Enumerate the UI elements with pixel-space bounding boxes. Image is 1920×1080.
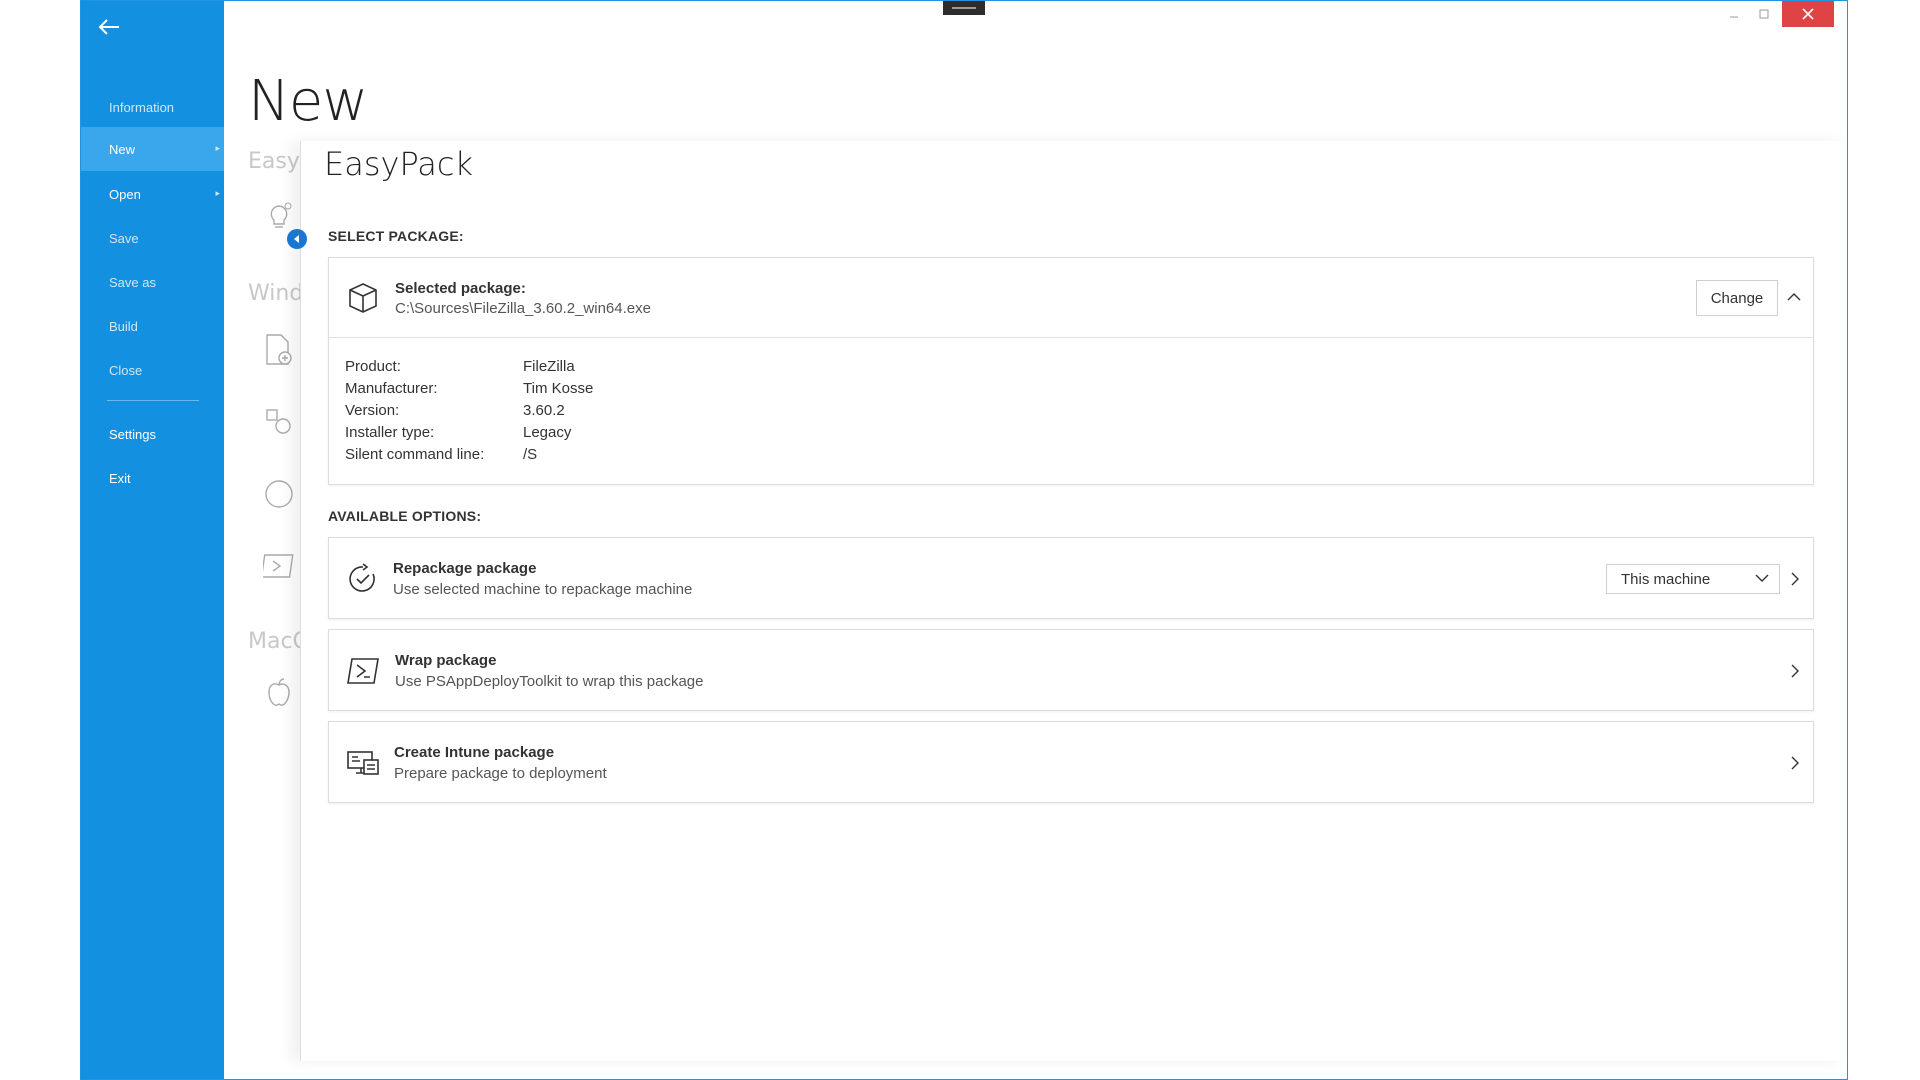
menu-divider xyxy=(107,400,199,401)
selected-package-card: Selected package: C:\Sources\FileZilla_3… xyxy=(328,257,1814,485)
sidebar-item-open[interactable]: Open ▸ xyxy=(81,172,224,216)
shapes-icon[interactable] xyxy=(262,405,296,439)
option-title: Create Intune package xyxy=(394,744,555,761)
intune-option-card[interactable]: Create Intune package Prepare package to… xyxy=(328,721,1814,803)
panel-title: EasyPack xyxy=(324,145,474,183)
sidebar-item-settings[interactable]: Settings xyxy=(81,412,224,456)
sidebar-item-label: Build xyxy=(109,318,138,334)
chevron-down-icon xyxy=(1755,574,1769,582)
detail-value: Legacy xyxy=(523,424,572,441)
sidebar-item-save[interactable]: Save xyxy=(81,216,224,260)
select-package-heading: SELECT PACKAGE: xyxy=(328,228,464,244)
repackage-icon xyxy=(345,561,381,597)
terminal-icon[interactable] xyxy=(262,549,296,583)
sidebar-item-label: Settings xyxy=(109,426,156,442)
chevron-right-icon: ▸ xyxy=(215,188,220,198)
back-button[interactable] xyxy=(95,13,123,41)
detail-value: 3.60.2 xyxy=(523,402,565,419)
sidebar-item-label: Close xyxy=(109,362,143,378)
detail-value: /S xyxy=(523,446,538,463)
sidebar-item-save-as[interactable]: Save as xyxy=(81,260,224,304)
selected-package-header: Selected package: C:\Sources\FileZilla_3… xyxy=(329,258,1813,338)
detail-label: Silent command line: xyxy=(345,446,485,463)
lightbulb-icon[interactable] xyxy=(262,199,296,233)
package-box-icon xyxy=(345,280,381,316)
detail-label: Manufacturer: xyxy=(345,380,438,397)
package-details: Product: FileZilla Manufacturer: Tim Kos… xyxy=(329,338,1813,484)
option-subtitle: Use selected machine to repackage machin… xyxy=(393,581,693,598)
detail-label: Installer type: xyxy=(345,424,435,441)
machine-select-value: This machine xyxy=(1621,570,1711,588)
repackage-option-card[interactable]: Repackage package Use selected machine t… xyxy=(328,537,1814,619)
sidebar: Information New ▸ Open ▸ Save Save as Buil… xyxy=(81,1,224,1079)
app-window: Information New ▸ Open ▸ Save Save as Buil… xyxy=(80,0,1848,1080)
available-options-heading: AVAILABLE OPTIONS: xyxy=(328,508,482,524)
detail-label: Version: xyxy=(345,402,400,419)
chevron-right-icon xyxy=(1791,756,1799,770)
open-option-button[interactable] xyxy=(1785,753,1805,773)
chevron-right-icon xyxy=(1791,572,1799,586)
minimize-icon xyxy=(1730,16,1738,18)
minimize-button[interactable] xyxy=(1719,1,1749,27)
detail-label: Product: xyxy=(345,358,401,375)
circle-icon[interactable] xyxy=(262,477,296,511)
sidebar-item-label: Save as xyxy=(109,274,156,290)
selected-package-title: Selected package: xyxy=(395,280,526,297)
open-option-button[interactable] xyxy=(1785,661,1805,681)
title-bar-handle[interactable] xyxy=(943,1,985,15)
back-arrow-icon xyxy=(98,19,119,35)
close-icon xyxy=(1802,8,1814,20)
chevron-right-icon xyxy=(1791,664,1799,678)
selected-package-path: C:\Sources\FileZilla_3.60.2_win64.exe xyxy=(395,300,651,317)
apple-icon[interactable] xyxy=(262,675,296,709)
option-title: Wrap package xyxy=(395,652,497,669)
wrap-option-card[interactable]: Wrap package Use PSAppDeployToolkit to w… xyxy=(328,629,1814,711)
caret-left-icon xyxy=(294,235,299,243)
chevron-up-icon xyxy=(1787,293,1801,301)
maximize-button[interactable] xyxy=(1749,1,1779,27)
sidebar-item-label: Save xyxy=(109,230,139,246)
change-button[interactable]: Change xyxy=(1696,280,1778,316)
open-option-button[interactable] xyxy=(1785,569,1805,589)
option-title: Repackage package xyxy=(393,560,537,577)
sidebar-item-build[interactable]: Build xyxy=(81,304,224,348)
sidebar-item-exit[interactable]: Exit xyxy=(81,456,224,500)
intune-monitor-icon xyxy=(345,745,381,781)
easypack-panel: EasyPack SELECT PACKAGE: Selected packag… xyxy=(300,141,1847,1061)
sidebar-item-information[interactable]: Information xyxy=(81,85,224,129)
new-file-icon[interactable] xyxy=(262,333,296,367)
collapse-details-button[interactable] xyxy=(1785,288,1803,306)
sidebar-item-label: New xyxy=(109,141,136,157)
sidebar-item-close[interactable]: Close xyxy=(81,348,224,392)
sidebar-item-label: Information xyxy=(109,99,175,115)
sidebar-item-label: Open xyxy=(109,186,141,202)
collapse-panel-button[interactable] xyxy=(287,229,307,249)
option-subtitle: Prepare package to deployment xyxy=(394,765,607,782)
handle-grip xyxy=(952,7,976,9)
sidebar-item-new[interactable]: New ▸ xyxy=(81,127,224,171)
close-window-button[interactable] xyxy=(1782,1,1834,27)
sidebar-item-label: Exit xyxy=(109,470,131,486)
detail-value: Tim Kosse xyxy=(523,380,594,397)
page-title: New xyxy=(248,69,368,134)
terminal-icon xyxy=(345,653,381,689)
chevron-right-icon: ▸ xyxy=(215,143,220,153)
maximize-icon xyxy=(1759,9,1769,19)
option-subtitle: Use PSAppDeployToolkit to wrap this pack… xyxy=(395,673,704,690)
detail-value: FileZilla xyxy=(523,358,575,375)
machine-select[interactable]: This machine xyxy=(1606,564,1780,594)
